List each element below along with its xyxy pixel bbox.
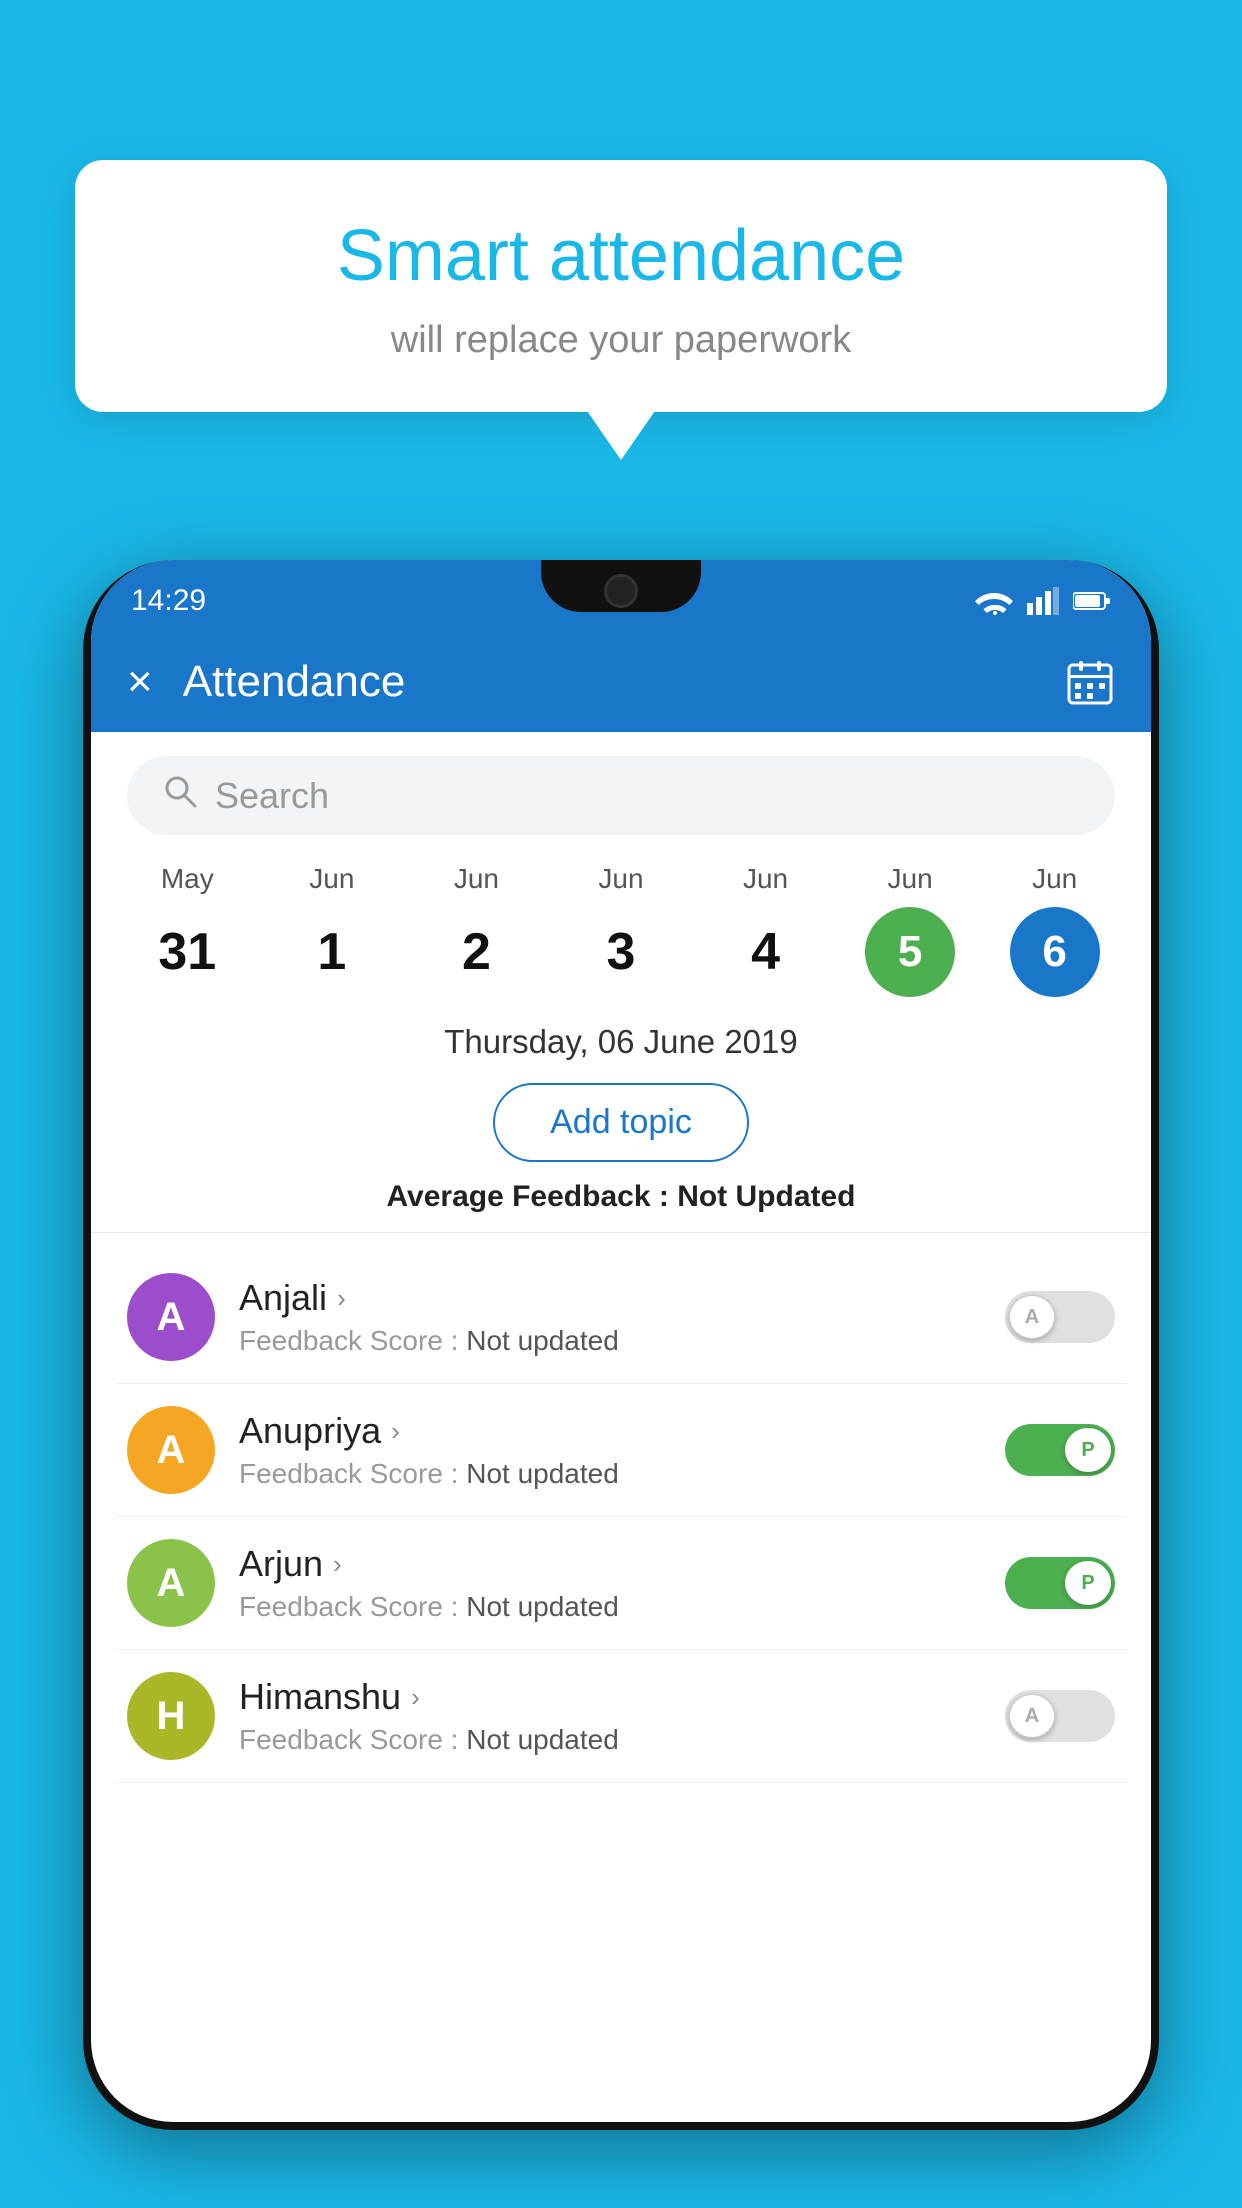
student-item: H Himanshu › Feedback Score : Not updated A	[115, 1650, 1127, 1783]
student-avatar: A	[127, 1539, 215, 1627]
student-feedback: Feedback Score : Not updated	[239, 1325, 981, 1357]
cal-day-number[interactable]: 1	[287, 907, 377, 997]
signal-icon	[1027, 587, 1059, 615]
calendar-day-6[interactable]: Jun 6	[1000, 863, 1110, 997]
toggle-knob: A	[1009, 1295, 1055, 1339]
phone-frame: 14:29	[83, 560, 1159, 2130]
attendance-toggle[interactable]: P	[1005, 1424, 1115, 1476]
chevron-icon: ›	[337, 1283, 346, 1314]
phone-wrapper: 14:29	[83, 560, 1159, 2208]
student-info: Himanshu › Feedback Score : Not updated	[239, 1676, 981, 1756]
close-button[interactable]: ×	[127, 660, 153, 704]
phone-notch	[541, 560, 701, 612]
battery-icon	[1073, 591, 1111, 611]
cal-month-label: Jun	[743, 863, 788, 895]
calendar-icon[interactable]	[1065, 657, 1115, 707]
cal-day-number[interactable]: 5	[865, 907, 955, 997]
student-name[interactable]: Anjali ›	[239, 1277, 981, 1319]
status-time: 14:29	[131, 584, 206, 618]
selected-date-label: Thursday, 06 June 2019	[91, 1023, 1151, 1061]
divider	[91, 1232, 1151, 1233]
student-info: Anupriya › Feedback Score : Not updated	[239, 1410, 981, 1490]
student-item: A Arjun › Feedback Score : Not updated P	[115, 1517, 1127, 1650]
calendar-day-3[interactable]: Jun 3	[566, 863, 676, 997]
toggle-knob: A	[1009, 1694, 1055, 1738]
student-list: AAnjali ›Feedback Score : Not updatedAAA…	[91, 1251, 1151, 1783]
cal-day-number[interactable]: 3	[576, 907, 666, 997]
bubble-title: Smart attendance	[135, 215, 1107, 297]
attendance-toggle[interactable]: A	[1005, 1291, 1115, 1343]
phone-screen: 14:29	[91, 560, 1151, 2122]
cal-day-number[interactable]: 2	[431, 907, 521, 997]
student-feedback: Feedback Score : Not updated	[239, 1591, 981, 1623]
student-item: A Anupriya › Feedback Score : Not updated P	[115, 1384, 1127, 1517]
calendar-day-1[interactable]: Jun 1	[277, 863, 387, 997]
header-title: Attendance	[183, 657, 1035, 707]
student-avatar: H	[127, 1672, 215, 1760]
cal-day-number[interactable]: 4	[721, 907, 811, 997]
status-icons	[975, 587, 1111, 615]
student-avatar: A	[127, 1273, 215, 1361]
attendance-toggle[interactable]: A	[1005, 1690, 1115, 1742]
student-info: Anjali › Feedback Score : Not updated	[239, 1277, 981, 1357]
speech-bubble-card: Smart attendance will replace your paper…	[75, 160, 1167, 412]
calendar-day-2[interactable]: Jun 2	[421, 863, 531, 997]
calendar-day-31[interactable]: May 31	[132, 863, 242, 997]
cal-day-number[interactable]: 6	[1010, 907, 1100, 997]
student-name[interactable]: Arjun ›	[239, 1543, 981, 1585]
toggle-knob: P	[1065, 1561, 1111, 1605]
wifi-icon	[975, 587, 1013, 615]
student-name[interactable]: Anupriya ›	[239, 1410, 981, 1452]
app-header: × Attendance	[91, 632, 1151, 732]
cal-month-label: Jun	[309, 863, 354, 895]
calendar-day-4[interactable]: Jun 4	[711, 863, 821, 997]
chevron-icon: ›	[391, 1416, 400, 1447]
search-bar[interactable]: Search	[127, 756, 1115, 835]
avg-feedback-value: Not Updated	[677, 1180, 855, 1213]
toggle-knob: P	[1065, 1428, 1111, 1472]
search-icon	[163, 774, 197, 817]
cal-month-label: Jun	[598, 863, 643, 895]
cal-month-label: Jun	[888, 863, 933, 895]
calendar-day-5[interactable]: Jun 5	[855, 863, 965, 997]
attendance-toggle[interactable]: P	[1005, 1557, 1115, 1609]
calendar-row: May 31 Jun 1 Jun 2 Jun 3 Jun 4 Jun 5 Jun 6	[91, 835, 1151, 997]
chevron-icon: ›	[333, 1549, 342, 1580]
student-item: A Anjali › Feedback Score : Not updated A	[115, 1251, 1127, 1384]
student-feedback: Feedback Score : Not updated	[239, 1724, 981, 1756]
cal-month-label: Jun	[1032, 863, 1077, 895]
student-avatar: A	[127, 1406, 215, 1494]
cal-month-label: May	[161, 863, 214, 895]
cal-month-label: Jun	[454, 863, 499, 895]
search-input[interactable]: Search	[215, 775, 1079, 817]
student-info: Arjun › Feedback Score : Not updated	[239, 1543, 981, 1623]
avg-feedback: Average Feedback : Not Updated	[91, 1180, 1151, 1214]
chevron-icon: ›	[411, 1682, 420, 1713]
avg-feedback-label: Average Feedback :	[386, 1180, 668, 1213]
cal-day-number[interactable]: 31	[142, 907, 232, 997]
add-topic-button[interactable]: Add topic	[493, 1083, 749, 1162]
student-feedback: Feedback Score : Not updated	[239, 1458, 981, 1490]
student-name[interactable]: Himanshu ›	[239, 1676, 981, 1718]
bubble-subtitle: will replace your paperwork	[135, 319, 1107, 362]
